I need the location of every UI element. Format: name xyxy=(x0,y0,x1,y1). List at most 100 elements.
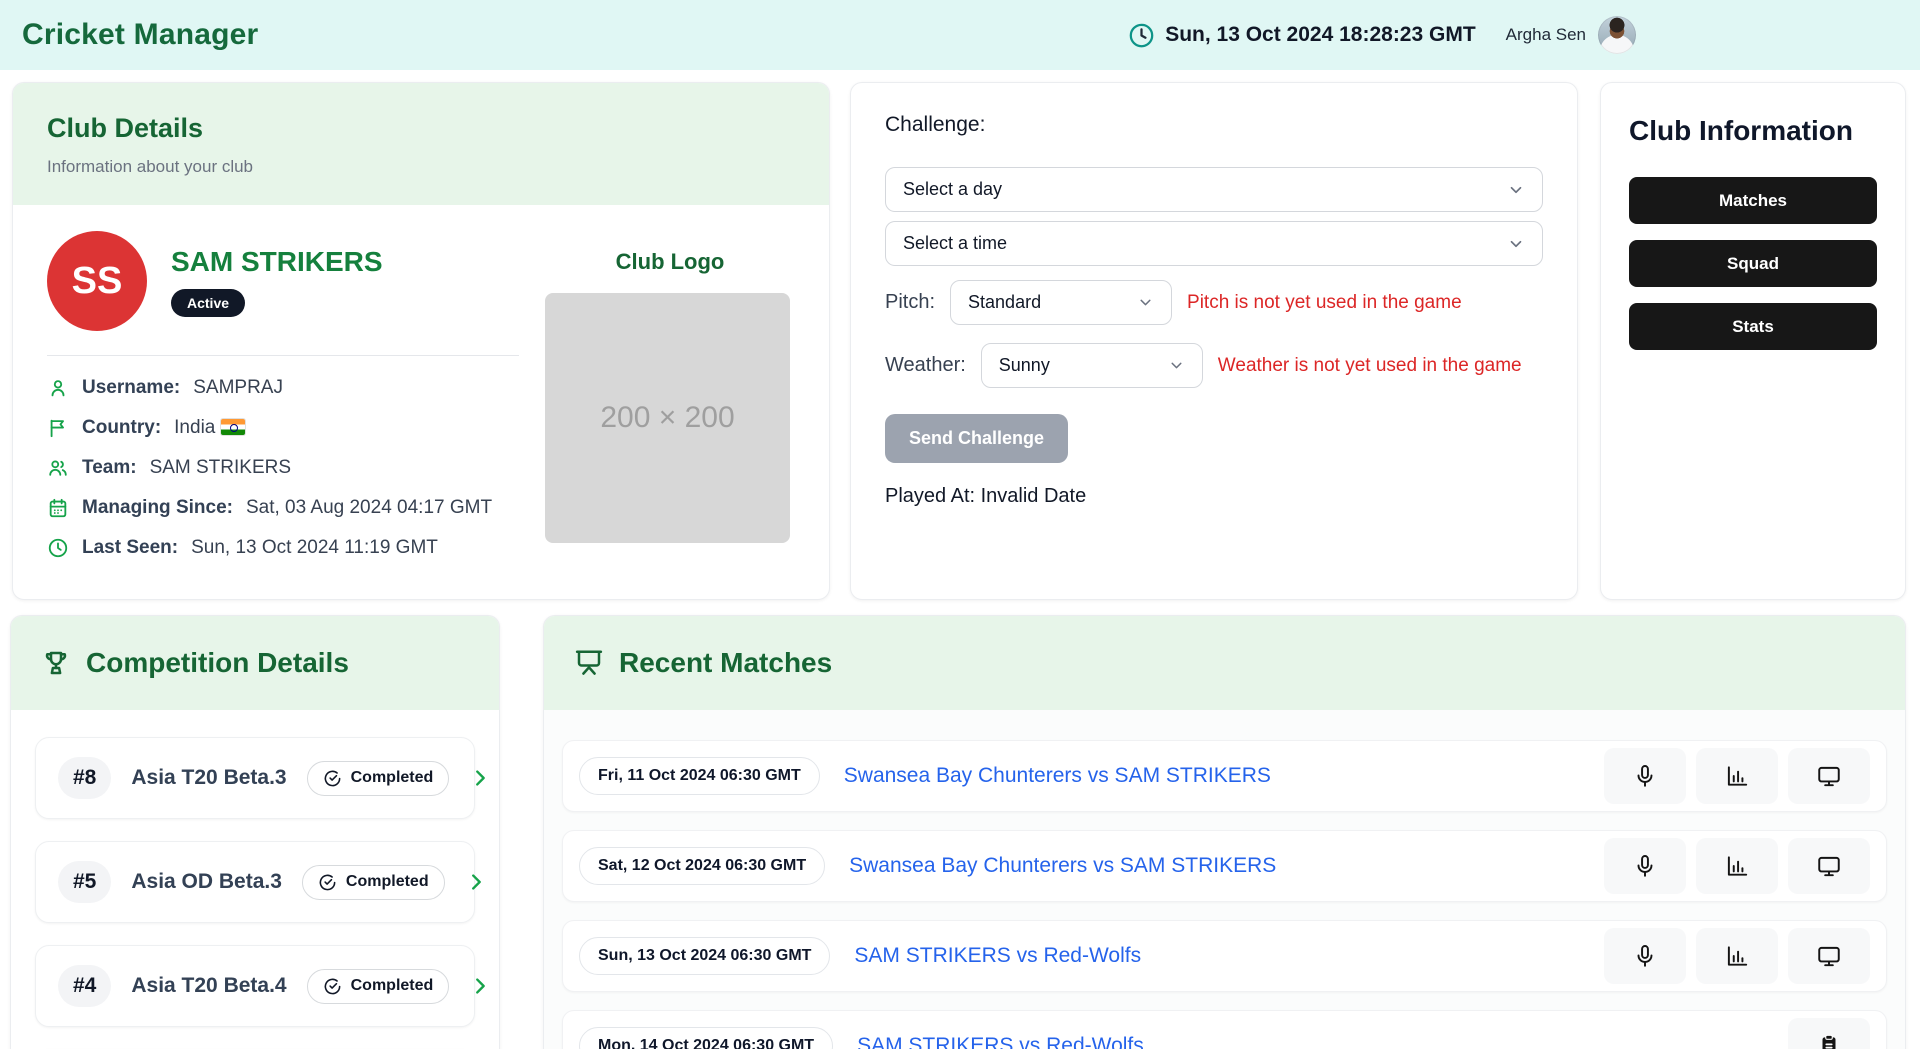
match-link[interactable]: Swansea Bay Chunterers vs SAM STRIKERS xyxy=(844,764,1271,788)
competition-item[interactable]: #4 Asia T20 Beta.4 Completed xyxy=(35,945,475,1027)
commentary-button[interactable] xyxy=(1604,838,1686,894)
match-row: Sun, 13 Oct 2024 06:30 GMT SAM STRIKERS … xyxy=(562,920,1887,992)
status-label: Completed xyxy=(351,977,434,995)
weather-row: Weather: Sunny Weather is not yet used i… xyxy=(885,343,1543,388)
user-name: Argha Sen xyxy=(1506,25,1586,45)
competition-details-card: Competition Details #8 Asia T20 Beta.3 C… xyxy=(10,615,500,1049)
pitch-select[interactable]: Standard xyxy=(950,280,1172,325)
club-information-title: Club Information xyxy=(1629,115,1877,147)
club-details-subtitle: Information about your club xyxy=(47,157,795,177)
competition-name: Asia T20 Beta.3 xyxy=(131,766,286,790)
recent-matches-card: Recent Matches Fri, 11 Oct 2024 06:30 GM… xyxy=(543,615,1906,1049)
club-details-card: Club Details Information about your club… xyxy=(12,82,830,600)
club-avatar: SS xyxy=(47,231,147,331)
day-select-value: Select a day xyxy=(903,179,1002,200)
topbar-right: Sun, 13 Oct 2024 18:28:23 GMT Argha Sen xyxy=(1128,16,1636,54)
status-badge: Completed xyxy=(307,761,450,796)
trophy-icon xyxy=(41,648,71,678)
weather-label: Weather: xyxy=(885,354,966,377)
match-link[interactable]: Swansea Bay Chunterers vs SAM STRIKERS xyxy=(849,854,1276,878)
microphone-icon xyxy=(1632,763,1658,789)
status-label: Completed xyxy=(346,873,429,891)
competition-header: Competition Details xyxy=(11,616,499,710)
monitor-icon xyxy=(1816,763,1842,789)
chevron-right-icon xyxy=(469,975,491,997)
status-badge: Active xyxy=(171,289,245,317)
monitor-button[interactable] xyxy=(1788,928,1870,984)
match-row: Sat, 12 Oct 2024 06:30 GMT Swansea Bay C… xyxy=(562,830,1887,902)
stats-chart-button[interactable] xyxy=(1696,838,1778,894)
monitor-icon xyxy=(1816,853,1842,879)
match-actions xyxy=(1788,1018,1870,1049)
bar-chart-icon xyxy=(1724,853,1750,879)
day-select[interactable]: Select a day xyxy=(885,167,1543,212)
check-circle-icon xyxy=(323,769,342,788)
field-team: Team: SAM STRIKERS xyxy=(47,448,519,488)
field-label: Last Seen: xyxy=(82,537,178,559)
competition-list: #8 Asia T20 Beta.3 Completed #5 Asia OD … xyxy=(11,710,499,1049)
competition-rank: #5 xyxy=(58,861,111,903)
commentary-button[interactable] xyxy=(1604,928,1686,984)
squad-button[interactable]: Squad xyxy=(1629,240,1877,287)
match-link[interactable]: SAM STRIKERS vs Red-Wolfs xyxy=(854,944,1141,968)
competition-item[interactable]: #5 Asia OD Beta.3 Completed xyxy=(35,841,475,923)
chevron-down-icon xyxy=(1168,357,1185,374)
current-datetime: Sun, 13 Oct 2024 18:28:23 GMT xyxy=(1165,23,1475,47)
weather-select[interactable]: Sunny xyxy=(981,343,1203,388)
scorecard-button[interactable] xyxy=(1788,1018,1870,1049)
chevron-down-icon xyxy=(1507,181,1525,199)
club-name: SAM STRIKERS xyxy=(171,246,383,278)
chevron-right-icon xyxy=(469,767,491,789)
club-details-body: SS SAM STRIKERS Active Username: SAMPRAJ xyxy=(13,205,829,568)
field-country: Country: India xyxy=(47,408,519,448)
divider xyxy=(47,355,519,356)
pitch-row: Pitch: Standard Pitch is not yet used in… xyxy=(885,280,1543,325)
stats-chart-button[interactable] xyxy=(1696,928,1778,984)
cricket-manager-app: Cricket Manager Sun, 13 Oct 2024 18:28:2… xyxy=(0,0,1920,1049)
field-last-seen: Last Seen: Sun, 13 Oct 2024 11:19 GMT xyxy=(47,528,519,568)
bar-chart-icon xyxy=(1724,763,1750,789)
team-icon xyxy=(47,457,69,479)
commentary-button[interactable] xyxy=(1604,748,1686,804)
status-badge: Completed xyxy=(307,969,450,1004)
match-date-badge: Fri, 11 Oct 2024 06:30 GMT xyxy=(579,757,820,795)
top-bar: Cricket Manager Sun, 13 Oct 2024 18:28:2… xyxy=(0,0,1920,70)
send-challenge-button[interactable]: Send Challenge xyxy=(885,414,1068,463)
field-managing-since: Managing Since: Sat, 03 Aug 2024 04:17 G… xyxy=(47,488,519,528)
screen-icon xyxy=(574,648,604,678)
status-badge: Completed xyxy=(302,865,445,900)
monitor-button[interactable] xyxy=(1788,838,1870,894)
match-date-badge: Mon, 14 Oct 2024 06:30 GMT xyxy=(579,1027,833,1049)
clock-icon xyxy=(1128,22,1155,49)
matches-button[interactable]: Matches xyxy=(1629,177,1877,224)
user-menu[interactable]: Argha Sen xyxy=(1506,16,1636,54)
match-date-badge: Sat, 12 Oct 2024 06:30 GMT xyxy=(579,847,825,885)
competition-item[interactable]: #8 Asia T20 Beta.3 Completed xyxy=(35,737,475,819)
field-value: Sun, 13 Oct 2024 11:19 GMT xyxy=(191,537,438,559)
club-logo-placeholder: 200 × 200 xyxy=(545,293,790,543)
pitch-label: Pitch: xyxy=(885,291,935,314)
field-label: Country: xyxy=(82,417,161,439)
match-link[interactable]: SAM STRIKERS vs Red-Wolfs xyxy=(857,1034,1144,1049)
match-actions xyxy=(1604,748,1870,804)
match-row: Fri, 11 Oct 2024 06:30 GMT Swansea Bay C… xyxy=(562,740,1887,812)
microphone-icon xyxy=(1632,943,1658,969)
time-select[interactable]: Select a time xyxy=(885,221,1543,266)
monitor-button[interactable] xyxy=(1788,748,1870,804)
field-value: Sat, 03 Aug 2024 04:17 GMT xyxy=(246,497,492,519)
weather-note: Weather is not yet used in the game xyxy=(1218,355,1522,377)
field-label: Username: xyxy=(82,377,180,399)
user-avatar[interactable] xyxy=(1598,16,1636,54)
clock-icon xyxy=(47,537,69,559)
stats-button[interactable]: Stats xyxy=(1629,303,1877,350)
club-profile: SS SAM STRIKERS Active xyxy=(47,231,519,331)
pitch-select-value: Standard xyxy=(968,292,1041,313)
club-details-title: Club Details xyxy=(47,113,795,144)
competition-name: Asia T20 Beta.4 xyxy=(131,974,286,998)
calendar-icon xyxy=(47,497,69,519)
datetime-group: Sun, 13 Oct 2024 18:28:23 GMT xyxy=(1128,22,1475,49)
club-details-left: SS SAM STRIKERS Active Username: SAMPRAJ xyxy=(47,231,519,568)
stats-chart-button[interactable] xyxy=(1696,748,1778,804)
challenge-card: Challenge: Select a day Select a time Pi… xyxy=(850,82,1578,600)
match-row: Mon, 14 Oct 2024 06:30 GMT SAM STRIKERS … xyxy=(562,1010,1887,1049)
